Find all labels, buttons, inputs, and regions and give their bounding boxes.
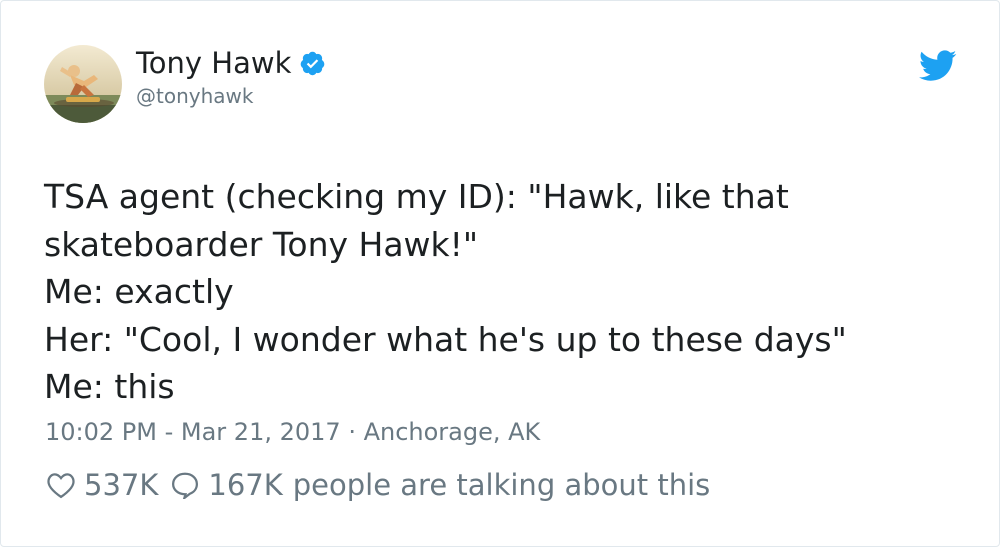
heart-icon[interactable] [46,471,76,499]
tweet-card: Tony Hawk @tonyhawk TSA agent (checking … [0,0,1000,547]
tweet-location[interactable]: Anchorage, AK [364,418,541,446]
author-name-row: Tony Hawk [136,43,326,83]
author-avatar[interactable] [44,45,122,123]
talking-count[interactable]: 167K [208,468,282,502]
tweet-text-line: Her: "Cool, I wonder what he's up to the… [44,319,847,359]
author-display-name[interactable]: Tony Hawk [136,43,291,83]
like-count[interactable]: 537K [84,468,158,502]
talking-label[interactable]: people are talking about this [293,468,711,502]
avatar-image [44,45,122,123]
tweet-metadata: 10:02 PM - Mar 21, 2017 · Anchorage, AK [45,418,540,446]
tweet-text-line: Me: this [44,367,175,406]
tweet-timestamp[interactable]: 10:02 PM - Mar 21, 2017 [45,418,341,446]
author-handle[interactable]: @tonyhawk [136,84,253,108]
tweet-text-line: Me: exactly [44,272,234,311]
twitter-bird-icon[interactable] [919,50,957,82]
tweet-text-line: skateboarder Tony Hawk!" [44,224,479,264]
speech-bubble-icon[interactable] [170,471,200,502]
tweet-actions: 537K 167K people are talking about this [46,468,710,502]
verified-badge-icon [299,50,326,77]
meta-separator: · [340,418,364,446]
tweet-text-line: TSA agent (checking my ID): "Hawk, like … [44,177,789,216]
tweet-text: TSA agent (checking my ID): "Hawk, like … [44,173,964,411]
